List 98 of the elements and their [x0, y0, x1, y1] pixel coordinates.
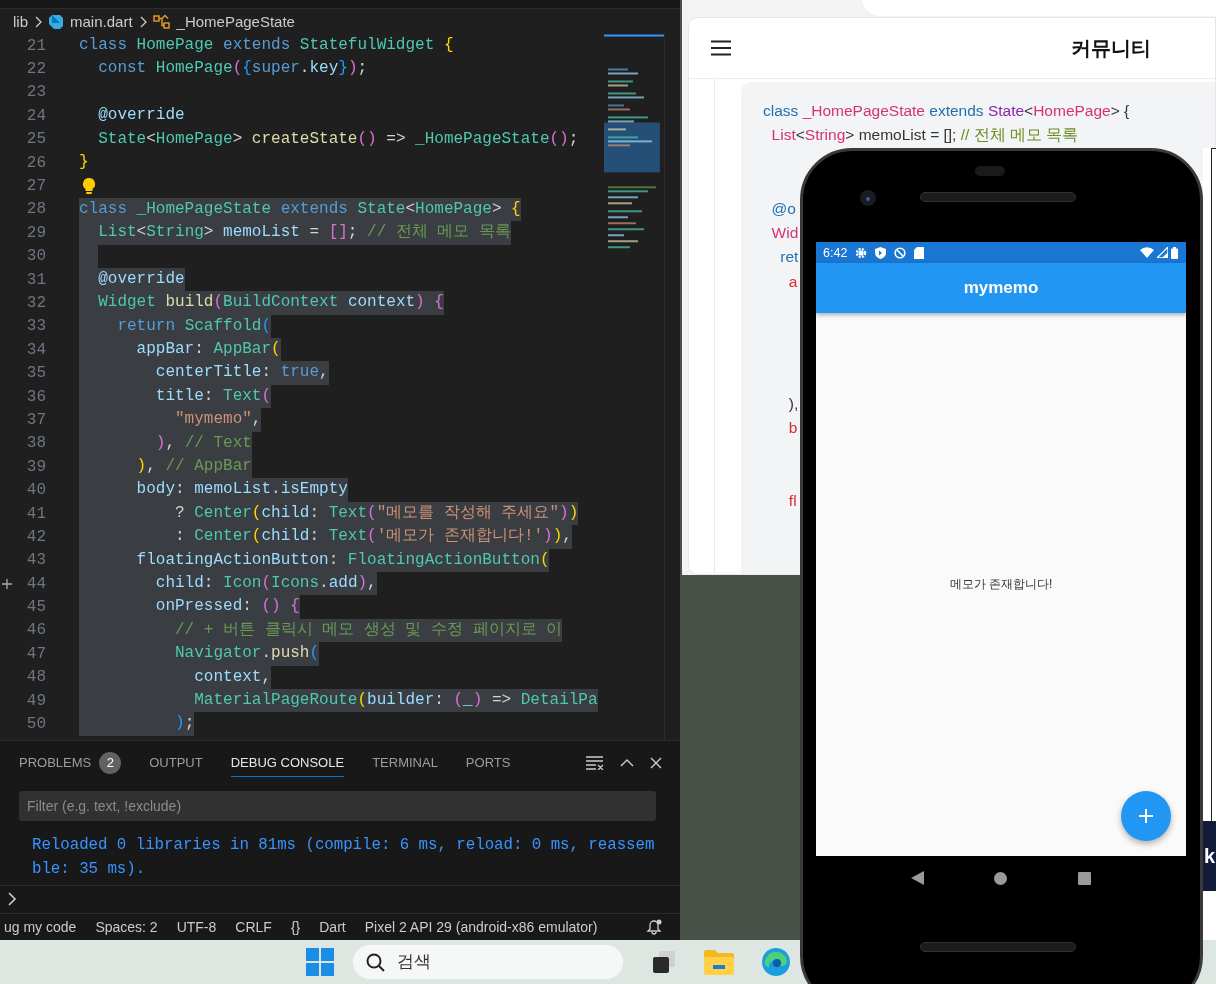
- chevron-right-icon: [8, 892, 17, 906]
- start-icon[interactable]: [306, 948, 334, 976]
- status-item[interactable]: Pixel 2 API 29 (android-x86 emulator): [364, 919, 598, 935]
- add-button[interactable]: [1121, 791, 1171, 841]
- count-badge: 2: [99, 751, 122, 774]
- gear-icon: [855, 246, 868, 259]
- breadcrumb-item[interactable]: _HomePageState: [176, 13, 295, 30]
- line-number: 37: [25, 410, 46, 429]
- code-line: State<HomePage> createState() => _HomePageState();: [97, 128, 579, 150]
- code-line: ),: [787, 393, 799, 414]
- line-number: 45: [25, 598, 46, 617]
- sd-card-icon: [914, 246, 925, 259]
- code-line: ret: [779, 247, 799, 268]
- line-number: 50: [25, 715, 46, 733]
- line-number: 30: [25, 247, 46, 266]
- line-number: 29: [25, 223, 46, 242]
- line-number: 31: [25, 270, 46, 289]
- shield-icon: [875, 246, 887, 259]
- plus-icon[interactable]: [2, 578, 12, 589]
- line-number: 21: [25, 36, 46, 55]
- panel-tab[interactable]: OUTPUT: [149, 749, 203, 777]
- status-item[interactable]: UTF-8: [176, 919, 217, 935]
- code-line: fl: [787, 491, 797, 512]
- line-number: 36: [25, 387, 46, 406]
- line-number: 40: [25, 481, 46, 500]
- code-line: @o: [770, 198, 796, 219]
- plus-icon: [1138, 808, 1154, 824]
- chevron-icon: [138, 15, 147, 28]
- search-icon: [366, 953, 385, 972]
- breadcrumb-item[interactable]: main.dart: [70, 13, 133, 30]
- line-number: 49: [25, 691, 46, 710]
- code-line: const HomePage({super.key});: [97, 58, 368, 80]
- panel-tab[interactable]: TERMINAL: [372, 749, 438, 777]
- line-number: 41: [25, 504, 46, 523]
- status-time: 6:42: [823, 245, 848, 260]
- code-line: class HomePage extends StatefulWidget {: [79, 35, 454, 56]
- line-number: 43: [25, 551, 46, 570]
- status-item[interactable]: {}: [290, 919, 301, 935]
- line-number: 44: [25, 574, 46, 593]
- lightbulb-icon[interactable]: [81, 177, 97, 196]
- class-icon: [152, 13, 171, 30]
- battery-icon: [1171, 246, 1178, 259]
- status-item[interactable]: CRLF: [235, 919, 272, 935]
- search-field[interactable]: 검색: [352, 944, 624, 980]
- code-line: class _HomePageState extends State<HomePage> {: [763, 101, 1130, 121]
- line-number: 27: [25, 177, 46, 196]
- bell-icon[interactable]: [646, 919, 662, 935]
- console-output: Reloaded 0 libraries in 81ms (compile: 6 ms, reload: 0 ms, reassemble: 35 ms).: [32, 835, 656, 880]
- fragment-text: k: [1204, 844, 1216, 868]
- line-number: 34: [25, 340, 46, 359]
- code-line: b: [787, 418, 798, 439]
- chevron-icon: [34, 15, 42, 28]
- line-number: 38: [25, 434, 46, 453]
- clear-console-icon[interactable]: [586, 756, 604, 770]
- panel-tab[interactable]: PORTS: [465, 749, 511, 777]
- line-number: 26: [25, 153, 46, 172]
- line-number: 23: [25, 83, 46, 102]
- status-item[interactable]: Spaces: 2: [95, 919, 158, 935]
- line-number: 25: [25, 130, 46, 149]
- code-line: a: [787, 271, 798, 292]
- earpiece-drawing: [975, 166, 1005, 176]
- chevron-up-icon[interactable]: [620, 759, 634, 767]
- code-line: List<String> memoList = []; // 전체 메모 목록: [770, 125, 1079, 146]
- breadcrumb-item[interactable]: lib: [13, 13, 28, 30]
- signal-icon: [1157, 247, 1168, 258]
- line-number: 48: [25, 668, 46, 687]
- page-title: 커뮤니티: [1071, 35, 1151, 61]
- panel-tab[interactable]: DEBUG CONSOLE: [230, 749, 345, 777]
- close-icon[interactable]: [650, 757, 662, 769]
- circle-logo-icon[interactable]: [761, 947, 791, 977]
- line-number: 32: [25, 294, 46, 312]
- status-item[interactable]: Dart: [319, 919, 346, 935]
- line-number: 33: [25, 317, 46, 336]
- line-number: 22: [25, 60, 46, 79]
- home-icon[interactable]: [994, 871, 1008, 885]
- code-line: Wid: [770, 223, 799, 243]
- line-number: 24: [25, 106, 46, 125]
- circle-slash-icon: [894, 246, 907, 259]
- code-line: @override: [97, 105, 185, 127]
- line-number: 46: [25, 621, 46, 640]
- front-camera-drawing: [860, 190, 876, 206]
- line-number: 47: [25, 644, 46, 663]
- menu-icon[interactable]: [711, 40, 731, 56]
- status-item[interactable]: ug my code: [4, 919, 77, 935]
- line-number: 42: [25, 527, 46, 546]
- line-number: 35: [25, 364, 46, 383]
- code-line: }: [79, 151, 89, 173]
- dart-file-icon: [48, 13, 64, 30]
- line-number: 28: [25, 200, 46, 219]
- overlapping-squares-icon[interactable]: [651, 949, 677, 975]
- body-text: 메모가 존재합니다!: [949, 576, 1053, 593]
- panel-tab[interactable]: PROBLEMS 2: [19, 749, 122, 777]
- filter-field[interactable]: Filter (e.g. text, !exclude): [19, 791, 656, 821]
- back-icon[interactable]: [911, 871, 925, 885]
- line-number: 39: [25, 457, 46, 476]
- wifi-icon: [1140, 247, 1154, 258]
- folder-icon[interactable]: [704, 949, 734, 975]
- app-title: mymemo: [963, 278, 1039, 298]
